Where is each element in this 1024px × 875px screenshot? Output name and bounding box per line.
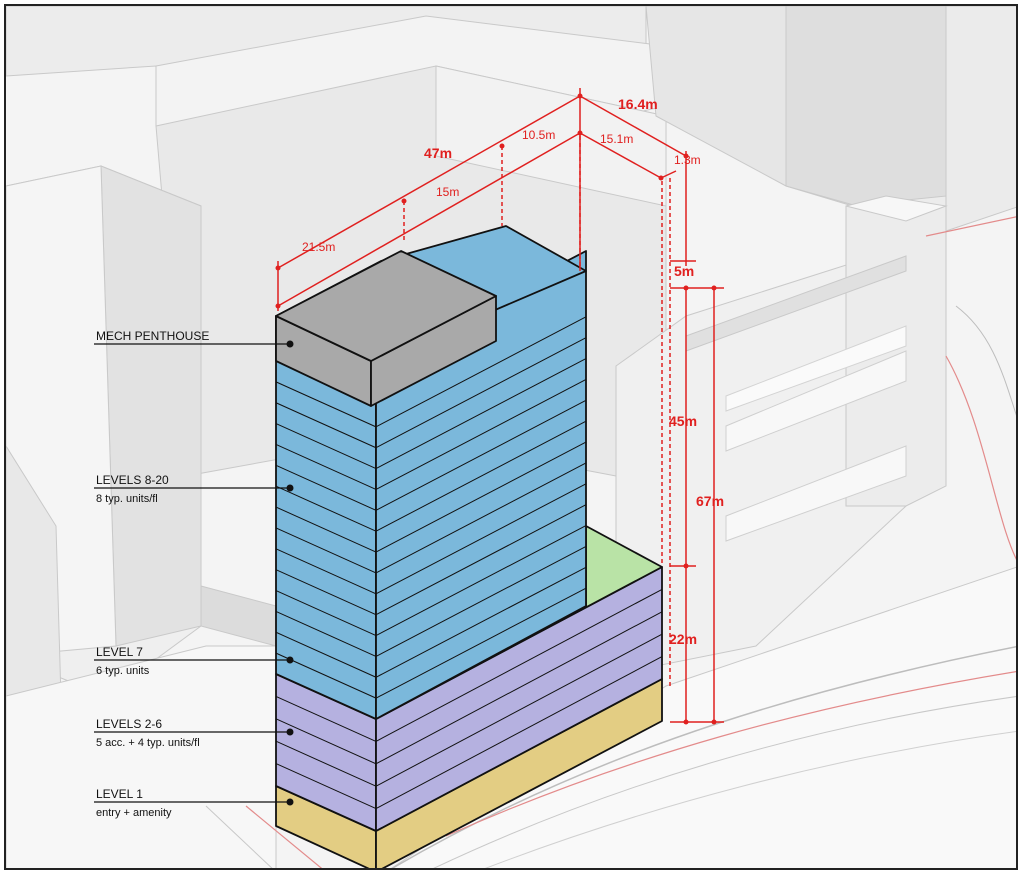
dim-tower-height: 45m	[669, 413, 697, 429]
dim-depth-inner: 15.1m	[600, 132, 633, 146]
dim-depth: 16.4m	[618, 96, 658, 112]
dim-offset: 1.3m	[674, 153, 701, 167]
massing-diagram: 47m 21.5m 15m 10.5m 16.4m 15.1m 1.3m 5m …	[6, 6, 1016, 868]
label-subtitle: 6 typ. units	[96, 665, 150, 677]
dim-segment-c: 10.5m	[522, 128, 555, 142]
label-title: LEVELS 8-20	[96, 473, 169, 487]
dim-segment-b: 15m	[436, 185, 459, 199]
label-title: MECH PENTHOUSE	[96, 329, 209, 343]
label-subtitle: entry + amenity	[96, 807, 172, 819]
massing-diagram-frame: 47m 21.5m 15m 10.5m 16.4m 15.1m 1.3m 5m …	[4, 4, 1018, 870]
label-title: LEVELS 2-6	[96, 717, 162, 731]
label-title: LEVEL 1	[96, 787, 143, 801]
dim-total-height: 67m	[696, 493, 724, 509]
label-subtitle: 8 typ. units/fl	[96, 493, 158, 505]
label-title: LEVEL 7	[96, 645, 143, 659]
dim-segment-a: 21.5m	[302, 240, 335, 254]
dim-setback: 5m	[674, 263, 694, 279]
dim-podium-height: 22m	[669, 631, 697, 647]
label-subtitle: 5 acc. + 4 typ. units/fl	[96, 737, 200, 749]
dim-total-length: 47m	[424, 145, 452, 161]
